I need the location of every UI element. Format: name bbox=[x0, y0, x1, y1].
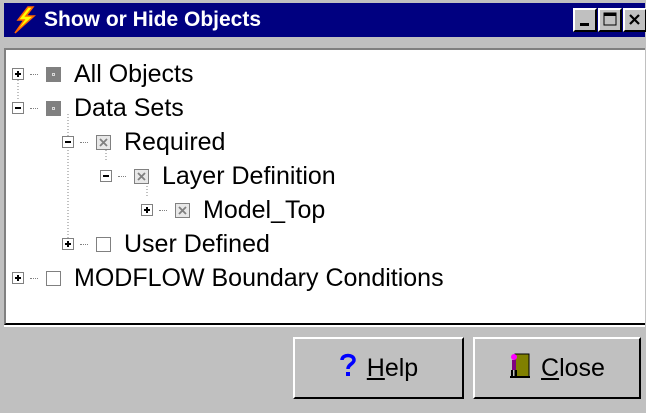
lightning-bolt-icon bbox=[10, 6, 38, 34]
tree-item-model-top[interactable]: Model_Top bbox=[141, 193, 325, 227]
collapse-icon[interactable] bbox=[100, 170, 112, 182]
door-exit-icon bbox=[509, 351, 531, 386]
help-button[interactable]: Help bbox=[293, 337, 464, 399]
divider bbox=[4, 325, 645, 327]
close-label: Close bbox=[541, 353, 605, 382]
expand-icon[interactable] bbox=[141, 204, 153, 216]
object-tree[interactable]: All Objects Data Sets Required Layer Def… bbox=[4, 48, 645, 325]
tree-item-label: Required bbox=[124, 128, 226, 156]
tree-item-required[interactable]: Required bbox=[62, 125, 225, 159]
tree-item-modflow-boundary-conditions[interactable]: MODFLOW Boundary Conditions bbox=[12, 261, 444, 295]
minimize-button[interactable] bbox=[573, 8, 597, 32]
tree-item-layer-definition[interactable]: Layer Definition bbox=[100, 159, 336, 193]
maximize-icon bbox=[603, 12, 617, 26]
title-bar[interactable]: Show or Hide Objects bbox=[4, 3, 646, 37]
tree-item-label: Layer Definition bbox=[162, 162, 336, 190]
checkbox-indeterminate[interactable] bbox=[96, 134, 111, 150]
checkbox-unchecked[interactable] bbox=[96, 236, 111, 252]
checkbox-indeterminate[interactable] bbox=[134, 168, 149, 184]
checkbox-greyed[interactable] bbox=[46, 66, 61, 82]
tree-item-label: Model_Top bbox=[203, 196, 326, 224]
checkbox-unchecked[interactable] bbox=[46, 270, 61, 286]
tree-item-user-defined[interactable]: User Defined bbox=[62, 227, 270, 261]
help-label: Help bbox=[366, 353, 419, 382]
expand-icon[interactable] bbox=[62, 238, 74, 250]
tree-item-label: Data Sets bbox=[74, 94, 184, 122]
tree-item-label: User Defined bbox=[124, 230, 270, 258]
close-button[interactable]: Close bbox=[473, 337, 641, 399]
collapse-icon[interactable] bbox=[12, 102, 24, 114]
expand-icon[interactable] bbox=[12, 272, 24, 284]
close-window-button[interactable] bbox=[623, 8, 646, 32]
checkbox-indeterminate[interactable] bbox=[175, 202, 190, 218]
collapse-icon[interactable] bbox=[62, 136, 74, 148]
tree-item-label: All Objects bbox=[74, 60, 194, 88]
expand-icon[interactable] bbox=[12, 68, 24, 80]
checkbox-greyed[interactable] bbox=[46, 100, 61, 116]
close-icon bbox=[629, 14, 640, 25]
question-mark-icon bbox=[339, 352, 357, 385]
show-hide-objects-window: Show or Hide Objects All Objects Data Se… bbox=[0, 0, 646, 413]
tree-item-all-objects[interactable]: All Objects bbox=[12, 57, 193, 91]
window-title: Show or Hide Objects bbox=[44, 8, 262, 31]
minimize-icon bbox=[580, 23, 589, 26]
tree-item-label: MODFLOW Boundary Conditions bbox=[74, 264, 444, 292]
maximize-button[interactable] bbox=[598, 8, 622, 32]
tree-item-data-sets[interactable]: Data Sets bbox=[12, 91, 184, 125]
